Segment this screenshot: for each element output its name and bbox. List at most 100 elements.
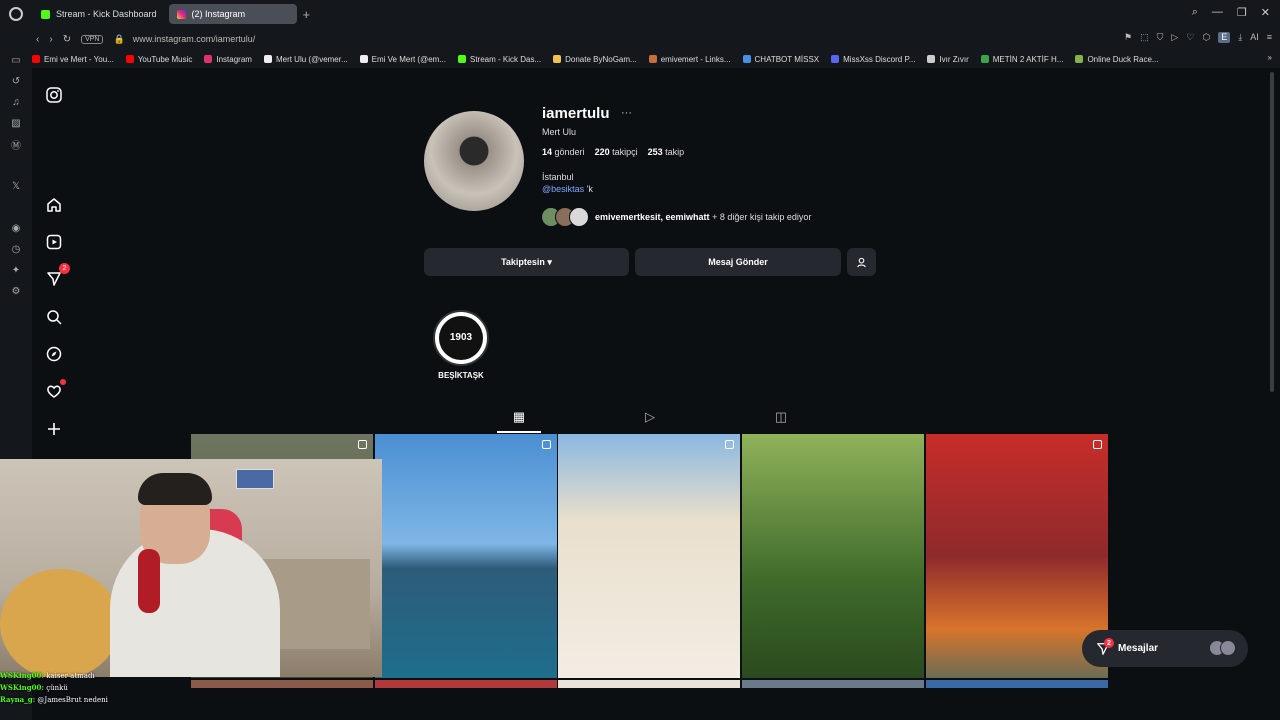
opera-logo-icon[interactable]	[9, 7, 23, 21]
profile-avatar[interactable]	[424, 111, 524, 211]
post-tile[interactable]	[375, 680, 557, 688]
chat-message: WSKing00: kaiser atmadı	[0, 671, 95, 680]
bookmark-item[interactable]: Emi ve Mert - You...	[32, 55, 114, 64]
bookmark-favicon-icon	[1075, 55, 1084, 63]
vpn-badge[interactable]: VPN	[81, 34, 104, 44]
bookmark-item[interactable]: Mert Ulu (@vemer...	[263, 55, 348, 64]
bookmark-item[interactable]: YouTube Music	[125, 55, 192, 64]
bookmark-label: Donate ByNoGam...	[565, 54, 637, 64]
search-icon[interactable]: ⌕	[1192, 6, 1198, 19]
minimize-icon[interactable]: —	[1212, 6, 1223, 19]
notification-dot	[60, 379, 66, 385]
close-icon[interactable]: ✕	[1261, 6, 1270, 19]
post-tile[interactable]	[558, 434, 740, 678]
history-icon[interactable]: ↺	[10, 75, 22, 87]
heart-icon[interactable]: ♡	[1186, 32, 1194, 43]
back-icon[interactable]: ‹	[36, 34, 39, 45]
post-tile[interactable]	[558, 680, 740, 688]
wall-sign	[236, 469, 274, 489]
bookmark-item[interactable]: Ivır Zıvır	[927, 55, 969, 64]
tab-label: Stream - Kick Dashboard	[56, 9, 157, 19]
page-scrollbar[interactable]	[1270, 72, 1274, 392]
search-icon[interactable]	[44, 307, 64, 327]
new-tab-button[interactable]: +	[303, 7, 311, 22]
direct-messages-icon[interactable]: 2	[44, 263, 70, 289]
bookmark-item[interactable]: Online Duck Race...	[1075, 55, 1159, 64]
explore-icon[interactable]	[44, 344, 64, 364]
post-tile[interactable]	[742, 434, 924, 678]
bookmark-item[interactable]: MissXss Discord P...	[831, 55, 915, 64]
following-stat[interactable]: 253 takip	[648, 147, 685, 157]
settings-icon[interactable]: ⚙	[10, 285, 22, 297]
reels-icon[interactable]	[44, 232, 64, 252]
record-icon[interactable]: ◉	[10, 222, 22, 234]
create-icon[interactable]	[44, 419, 64, 439]
tagged-tab-icon[interactable]: ◫	[773, 409, 789, 425]
posts-grid-icon[interactable]: ▦	[511, 409, 527, 425]
ai-button[interactable]: AI	[1250, 32, 1259, 43]
post-tile[interactable]	[191, 680, 373, 688]
bookmark-icon[interactable]: ⚑	[1124, 32, 1132, 43]
clock-icon[interactable]: ◷	[10, 243, 22, 255]
post-tile[interactable]	[742, 680, 924, 688]
followed-by[interactable]: emivemertkesit, eemiwhatt + 8 diğer kişi…	[541, 207, 811, 227]
messenger-icon[interactable]: ▭	[10, 54, 22, 66]
bookmark-label: MissXss Discord P...	[843, 54, 916, 64]
url-field[interactable]: www.instagram.com/iamertulu/	[133, 34, 256, 44]
story-highlight[interactable]: 1903	[433, 310, 489, 366]
player-icon[interactable]: ♫	[10, 96, 22, 108]
reload-icon[interactable]: ↻	[63, 34, 71, 45]
home-icon[interactable]	[44, 195, 64, 215]
download-icon[interactable]: ⤓	[1238, 32, 1242, 43]
following-button[interactable]: Takiptesin ▾	[424, 248, 629, 276]
send-message-button[interactable]: Mesaj Gönder	[635, 248, 841, 276]
play-icon[interactable]: ▷	[1171, 32, 1178, 43]
restore-icon[interactable]: ❐	[1237, 6, 1247, 19]
bookmark-favicon-icon	[927, 55, 936, 63]
post-tile[interactable]	[375, 434, 557, 678]
suggest-person-icon[interactable]	[847, 248, 876, 276]
carousel-icon	[725, 440, 734, 449]
instagram-logo-icon[interactable]	[44, 85, 64, 105]
posts-stat[interactable]: 14 gönderi	[542, 147, 585, 157]
post-tile[interactable]	[926, 434, 1108, 678]
streamer-hair	[138, 473, 212, 505]
bookmark-item[interactable]: Instagram	[204, 55, 252, 64]
messages-button[interactable]: 2 Mesajlar	[1082, 630, 1248, 667]
bookmark-item[interactable]: Donate ByNoGam...	[553, 55, 637, 64]
extensions-icon[interactable]: ⬡	[1202, 32, 1210, 43]
chat-message: Rayna_g: @JamesBrut nedeni	[0, 695, 108, 704]
messages-avatars	[1209, 640, 1236, 656]
carousel-icon	[1093, 440, 1102, 449]
bookmark-item[interactable]: Emi Ve Mert (@em...	[359, 54, 446, 64]
bookmark-item[interactable]: emivemert - Links...	[648, 55, 731, 64]
puzzle-icon[interactable]: ✦	[10, 264, 22, 276]
tab-kick-dashboard[interactable]: Stream - Kick Dashboard	[33, 4, 165, 24]
bookmark-label: Emi Ve Mert (@em...	[371, 54, 446, 64]
bookmarks-more-icon[interactable]: »	[1268, 53, 1272, 62]
highlight-label: BEŞİKTAŞK	[438, 371, 484, 380]
bio-mention-link[interactable]: @besiktas	[542, 184, 584, 194]
menu-icon[interactable]: ≡	[1267, 32, 1272, 43]
bookmarks-bar: Emi ve Mert - You... YouTube Music Instagr…	[0, 50, 1280, 68]
notes-icon[interactable]: Ⓜ	[10, 138, 22, 152]
bookmark-item[interactable]: Stream - Kick Das...	[458, 55, 541, 64]
forward-icon[interactable]: ›	[49, 34, 52, 45]
reels-tab-icon[interactable]: ▷	[642, 409, 658, 425]
lock-icon[interactable]: 🔒	[113, 34, 124, 45]
pinboard-icon[interactable]: ▨	[10, 117, 22, 129]
followers-stat[interactable]: 220 takipçi	[595, 147, 638, 157]
extension-e-icon[interactable]: E	[1218, 32, 1231, 43]
tab-instagram[interactable]: (2) Instagram	[168, 4, 297, 24]
bookmark-item[interactable]: METİN 2 AKTİF H...	[980, 55, 1063, 64]
profile-stats: 14 gönderi 220 takipçi 253 takip	[542, 147, 684, 157]
bookmark-favicon-icon	[553, 55, 562, 63]
post-tile[interactable]	[926, 680, 1108, 688]
more-options-button[interactable]: ···	[621, 107, 632, 119]
carousel-icon	[542, 440, 551, 449]
shield-icon[interactable]: ⛉	[1157, 32, 1164, 43]
notifications-heart-icon[interactable]	[44, 379, 66, 401]
snapshot-icon[interactable]: ⬚	[1140, 32, 1149, 43]
bookmark-item[interactable]: CHATBOT MİSSX	[742, 55, 819, 64]
x-twitter-icon[interactable]: 𝕏	[10, 180, 22, 192]
